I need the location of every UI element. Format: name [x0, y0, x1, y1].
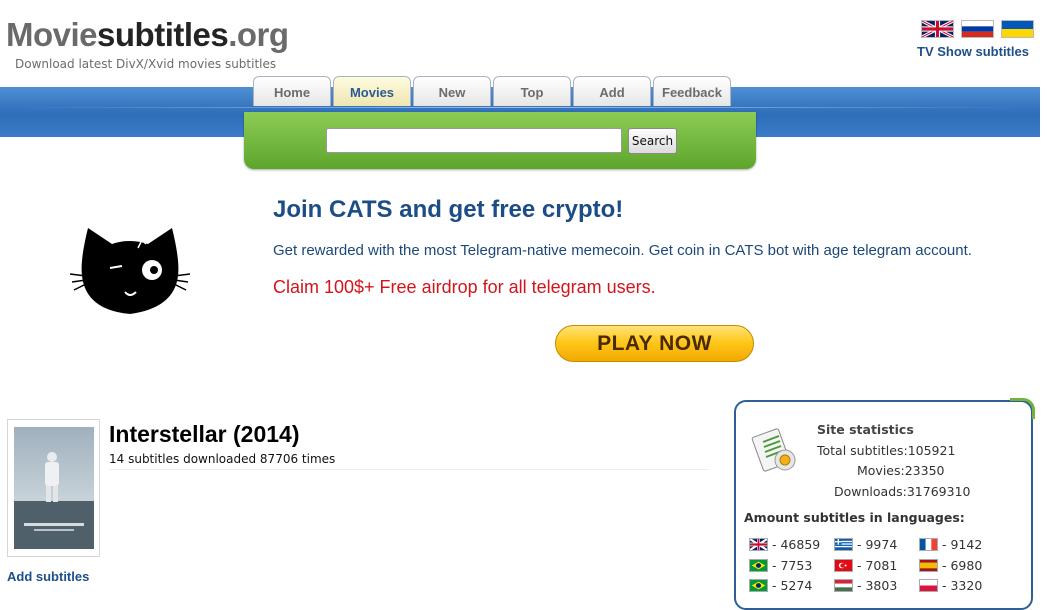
play-now-button[interactable]: PLAY NOW [555, 325, 754, 362]
stats-movies: Movies:23350 [857, 463, 945, 478]
ad-description: Get rewarded with the most Telegram-nati… [273, 242, 972, 259]
stats-downloads: Downloads:31769310 [834, 484, 971, 499]
tab-feedback[interactable]: Feedback [653, 76, 731, 106]
greece-flag-icon [835, 539, 852, 550]
language-count: - 7081 [857, 558, 898, 573]
language-flags [922, 21, 1033, 37]
ukraine-flag-icon[interactable] [1002, 21, 1033, 37]
tab-top[interactable]: Top [493, 76, 571, 106]
languages-title: Amount subtitles in languages: [744, 510, 965, 525]
cat-logo-icon[interactable] [70, 220, 190, 320]
ad-headline[interactable]: Join CATS and get free crypto! [273, 196, 623, 224]
language-count-item[interactable]: - 6980 [920, 558, 982, 573]
language-count-item[interactable]: - 3320 [920, 578, 982, 593]
movie-title: Interstellar (2014) [109, 421, 300, 447]
add-subtitles-link[interactable]: Add subtitles [7, 569, 89, 584]
language-count-item[interactable]: - 9974 [835, 537, 897, 552]
language-count-item[interactable]: - 3803 [835, 578, 897, 593]
tab-movies[interactable]: Movies [333, 76, 411, 106]
uk-flag-icon[interactable] [922, 21, 953, 37]
language-count-item[interactable]: - 46859 [750, 537, 820, 552]
tab-add[interactable]: Add [573, 76, 651, 106]
language-count: - 3320 [942, 578, 983, 593]
uk-flag-icon [750, 539, 767, 550]
ad-claim-text[interactable]: Claim 100$+ Free airdrop for all telegra… [273, 277, 656, 298]
language-count: - 3803 [857, 578, 898, 593]
language-count: - 46859 [772, 537, 821, 552]
search-button[interactable]: Search [628, 128, 677, 154]
russia-flag-icon[interactable] [962, 21, 993, 37]
language-count-item[interactable]: - 5274 [750, 578, 812, 593]
spain-flag-icon [920, 560, 937, 571]
brazil-flag-icon [750, 560, 767, 571]
brazil-flag-icon [750, 580, 767, 591]
language-count-item[interactable]: - 7081 [835, 558, 897, 573]
hungary-flag-icon [835, 580, 852, 591]
logo-part-org: .org [228, 16, 289, 53]
language-count: - 7753 [772, 558, 813, 573]
france-flag-icon [920, 539, 937, 550]
site-logo[interactable]: Moviesubtitles.org [6, 16, 289, 54]
movie-download-summary: 14 subtitles downloaded 87706 times [109, 452, 336, 466]
tab-new[interactable]: New [413, 76, 491, 106]
language-count: - 6980 [942, 558, 983, 573]
search-input[interactable] [326, 128, 622, 153]
poland-flag-icon [920, 580, 937, 591]
stats-title: Site statistics [817, 422, 914, 437]
language-count-item[interactable]: - 7753 [750, 558, 812, 573]
logo-part-movie: Movie [6, 16, 98, 53]
statistics-document-icon [751, 428, 796, 472]
stats-total-subtitles: Total subtitles:105921 [817, 443, 956, 458]
language-count: - 9142 [942, 537, 983, 552]
language-count: - 5274 [772, 578, 813, 593]
nav-tabs: Home Movies New Top Add Feedback [253, 76, 731, 106]
turkey-flag-icon [835, 560, 852, 571]
tab-home[interactable]: Home [253, 76, 331, 106]
site-tagline: Download latest DivX/Xvid movies subtitl… [15, 57, 277, 71]
divider [109, 469, 709, 470]
poster-image [14, 427, 94, 549]
movie-poster[interactable] [7, 419, 100, 557]
logo-part-subtitles: subtitles [97, 16, 229, 53]
language-count-item[interactable]: - 9142 [920, 537, 982, 552]
language-count: - 9974 [857, 537, 898, 552]
tv-show-subtitles-link[interactable]: TV Show subtitles [917, 44, 1029, 59]
